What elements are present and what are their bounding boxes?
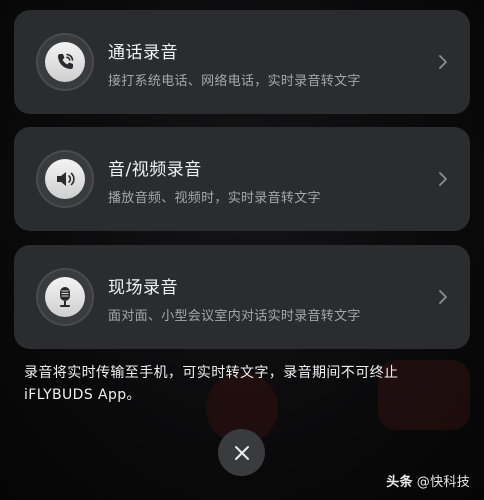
microphone-icon bbox=[45, 277, 85, 317]
chevron-right-icon bbox=[436, 54, 450, 70]
recording-mode-sheet: 通话录音 接打系统电话、网络电话，实时录音转文字 音/视频录音 播放音频、视频时… bbox=[0, 0, 484, 500]
option-subtitle: 面对面、小型会议室内对话实时录音转文字 bbox=[108, 309, 361, 324]
phone-icon-badge bbox=[36, 33, 94, 91]
microphone-icon-badge bbox=[36, 268, 94, 326]
option-title: 音/视频录音 bbox=[108, 160, 202, 180]
option-title: 现场录音 bbox=[108, 278, 178, 298]
speaker-icon-badge bbox=[36, 150, 94, 208]
phone-icon bbox=[45, 42, 85, 82]
option-subtitle: 接打系统电话、网络电话，实时录音转文字 bbox=[108, 74, 361, 89]
close-button[interactable] bbox=[218, 429, 265, 476]
speaker-icon bbox=[45, 159, 85, 199]
notice-line-2: iFLYBUDS App。 bbox=[24, 387, 141, 403]
chevron-right-icon bbox=[436, 289, 450, 305]
recording-notice: 录音将实时传输至手机，可实时转文字，录音期间不可终止 iFLYBUDS App。 bbox=[24, 362, 464, 406]
notice-line-1: 录音将实时传输至手机，可实时转文字，录音期间不可终止 bbox=[24, 365, 399, 381]
option-call-recording[interactable]: 通话录音 接打系统电话、网络电话，实时录音转文字 bbox=[14, 10, 470, 114]
option-av-recording[interactable]: 音/视频录音 播放音频、视频时，实时录音转文字 bbox=[14, 127, 470, 231]
close-icon bbox=[234, 445, 249, 460]
option-subtitle: 播放音频、视频时，实时录音转文字 bbox=[108, 191, 321, 206]
option-live-recording[interactable]: 现场录音 面对面、小型会议室内对话实时录音转文字 bbox=[14, 245, 470, 349]
watermark: 头条 @快科技 bbox=[386, 471, 470, 490]
watermark-account: @快科技 bbox=[416, 475, 470, 490]
option-title: 通话录音 bbox=[108, 43, 178, 63]
chevron-right-icon bbox=[436, 171, 450, 187]
watermark-logo: 头条 bbox=[386, 475, 413, 490]
